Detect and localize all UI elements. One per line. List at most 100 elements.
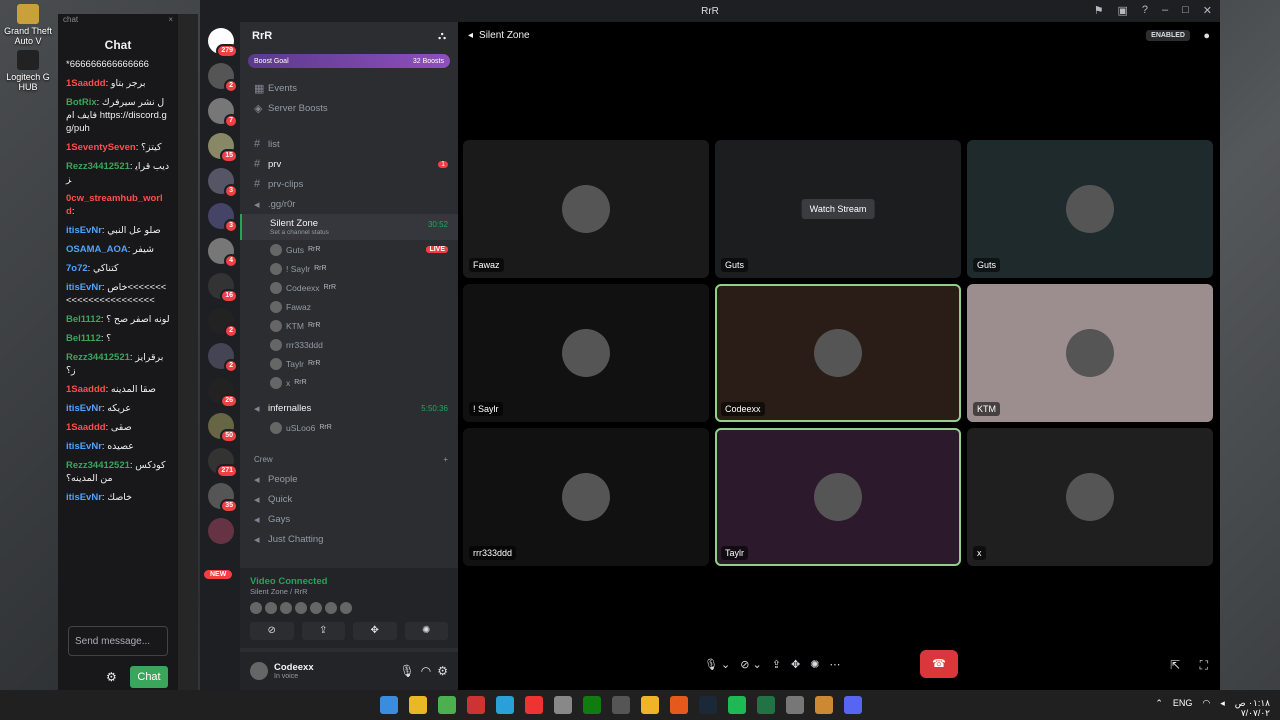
headphones-icon[interactable]: ◠ — [421, 664, 431, 678]
gear-icon[interactable]: ⚙ — [437, 664, 448, 678]
taskbar-app-icon[interactable] — [409, 696, 427, 714]
taskbar-app-icon[interactable] — [757, 696, 775, 714]
soundboard-button[interactable]: ✺ — [404, 622, 448, 640]
server-icon[interactable]: 3 — [208, 203, 238, 233]
close-window-icon[interactable]: ✕ — [1203, 4, 1212, 17]
chat-username[interactable]: itisEvNr — [66, 492, 102, 503]
chat-send-button[interactable]: Chat — [130, 666, 168, 688]
activities-button[interactable]: ✥ — [353, 622, 397, 640]
taskbar-app-icon[interactable] — [496, 696, 514, 714]
server-icon[interactable]: 271 — [208, 448, 238, 478]
taskbar-app-icon[interactable] — [467, 696, 485, 714]
category-crew[interactable]: Crew + — [240, 449, 458, 469]
server-icon[interactable]: 35 — [208, 483, 238, 513]
voice-channel-infernalles[interactable]: ◂ infernalles 5:50:36 — [240, 398, 458, 418]
voice-member[interactable]: ! Saylr RrR — [240, 259, 458, 278]
watch-stream-button[interactable]: Watch Stream — [801, 199, 875, 219]
server-icon[interactable]: 2 — [208, 343, 238, 373]
popout-icon[interactable]: ⇱ — [1170, 658, 1180, 672]
plus-icon[interactable]: + — [443, 455, 448, 464]
chat-username[interactable]: BotRix — [66, 97, 97, 108]
chat-username[interactable]: 1Saaddd — [66, 422, 106, 433]
activities-icon[interactable]: ✥ — [791, 658, 800, 671]
channel-list[interactable]: # list — [240, 134, 458, 154]
chat-username[interactable]: 1SeventySeven — [66, 142, 136, 153]
chat-username[interactable]: Rezz34412521 — [66, 352, 130, 363]
clock[interactable]: ٠١:١٨ ص ٧/٠٧/٠٢ — [1235, 698, 1270, 718]
chat-username[interactable]: itisEvNr — [66, 225, 102, 236]
video-tile[interactable]: Fawaz — [463, 140, 709, 278]
taskbar-app-icon[interactable] — [786, 696, 804, 714]
chat-username[interactable]: itisEvNr — [66, 282, 102, 293]
chat-username[interactable]: Rezz34412521 — [66, 460, 130, 471]
chat-username[interactable]: Bel1112 — [66, 314, 101, 325]
taskbar-app-icon[interactable] — [583, 696, 601, 714]
more-icon[interactable]: ⋯ — [829, 658, 840, 671]
taskbar-app-icon[interactable] — [525, 696, 543, 714]
wifi-icon[interactable]: ◠ — [1202, 698, 1210, 718]
camera-off-button[interactable]: ⊘ — [250, 622, 294, 640]
add-member-icon[interactable]: ⛬ — [438, 30, 446, 42]
chat-username[interactable]: itisEvNr — [66, 403, 102, 414]
microphone-icon[interactable]: 🎙 — [400, 664, 415, 678]
minimize-icon[interactable]: – — [1162, 4, 1168, 17]
chat-username[interactable]: 0cw_streamhub_world — [66, 193, 163, 217]
chat-username[interactable]: 1Saaddd — [66, 384, 106, 395]
share-screen-button[interactable]: ⇪ — [301, 622, 345, 640]
chat-input[interactable]: Send message... — [68, 626, 168, 656]
server-icon[interactable]: 4 — [208, 238, 238, 268]
microphone-icon[interactable]: 🎙 ⌄ — [704, 658, 730, 671]
voice-member[interactable]: uSLoo6 RrR — [240, 418, 458, 437]
server-icon[interactable]: 26 — [208, 378, 238, 408]
flag-icon[interactable]: ⚑ — [1094, 4, 1104, 17]
channel-prv-clips[interactable]: # prv-clips — [240, 174, 458, 194]
desktop-icon-gta[interactable]: Grand Theft Auto V — [0, 4, 56, 46]
voice-member[interactable]: Guts RrR LIVE — [240, 240, 458, 259]
desktop-icon-ghub[interactable]: Logitech G HUB — [0, 50, 56, 92]
voice-channel-silent-zone[interactable]: Silent Zone Set a channel status 30:52 — [240, 214, 458, 240]
voice-member[interactable]: KTM RrR — [240, 316, 458, 335]
server-icon[interactable]: 7 — [208, 98, 238, 128]
boost-goal-bar[interactable]: Boost Goal 32 Boosts — [248, 54, 450, 68]
chat-username[interactable]: Bel1112 — [66, 333, 101, 344]
video-tile[interactable]: rrr333ddd — [463, 428, 709, 566]
channel-just-chatting[interactable]: ◂ Just Chatting — [240, 529, 458, 549]
close-icon[interactable]: × — [168, 15, 173, 25]
server-icon[interactable]: 16 — [208, 273, 238, 303]
taskbar-app-icon[interactable] — [554, 696, 572, 714]
video-tile[interactable]: Codeexx — [715, 284, 961, 422]
chat-bubble-icon[interactable]: ● — [1203, 30, 1210, 42]
server-icon[interactable]: 3 — [208, 168, 238, 198]
chat-username[interactable]: Rezz34412521 — [66, 161, 130, 172]
maximize-icon[interactable]: □ — [1182, 4, 1189, 17]
voice-member[interactable]: rrr333ddd — [240, 335, 458, 354]
lang-indicator[interactable]: ENG — [1173, 698, 1193, 718]
video-tile[interactable]: ! Saylr — [463, 284, 709, 422]
enabled-badge[interactable]: ENABLED — [1146, 30, 1190, 41]
channel-gg[interactable]: ◂ .gg/r0r — [240, 194, 458, 214]
channel-quick[interactable]: ◂ Quick — [240, 489, 458, 509]
camera-off-icon[interactable]: ⊘ ⌄ — [740, 658, 762, 671]
help-icon[interactable]: ? — [1142, 4, 1148, 17]
disconnect-button[interactable]: ☎ — [920, 650, 958, 678]
channel-people[interactable]: ◂ People — [240, 469, 458, 489]
taskbar-app-icon[interactable] — [844, 696, 862, 714]
taskbar-app-icon[interactable] — [641, 696, 659, 714]
video-tile[interactable]: Guts — [967, 140, 1213, 278]
server-header[interactable]: RrR ⛬ — [240, 22, 458, 50]
video-tile[interactable]: KTM — [967, 284, 1213, 422]
inbox-icon[interactable]: ▣ — [1117, 4, 1127, 17]
chevron-up-icon[interactable]: ⌃ — [1155, 698, 1163, 718]
server-icon[interactable]: 2 — [208, 63, 238, 93]
taskbar-app-icon[interactable] — [699, 696, 717, 714]
channel-gays[interactable]: ◂ Gays — [240, 509, 458, 529]
chat-username[interactable]: 1Saaddd — [66, 78, 106, 89]
server-icon[interactable] — [208, 518, 234, 544]
gear-icon[interactable]: ⚙ — [106, 670, 117, 684]
taskbar-app-icon[interactable] — [815, 696, 833, 714]
taskbar-app-icon[interactable] — [380, 696, 398, 714]
channel-prv[interactable]: # prv 1 — [240, 154, 458, 174]
sidebar-item-server-boosts[interactable]: ◈ Server Boosts — [240, 98, 458, 118]
channel-status-input[interactable]: Set a channel status — [270, 229, 329, 236]
server-icon[interactable]: 279 — [208, 28, 238, 58]
